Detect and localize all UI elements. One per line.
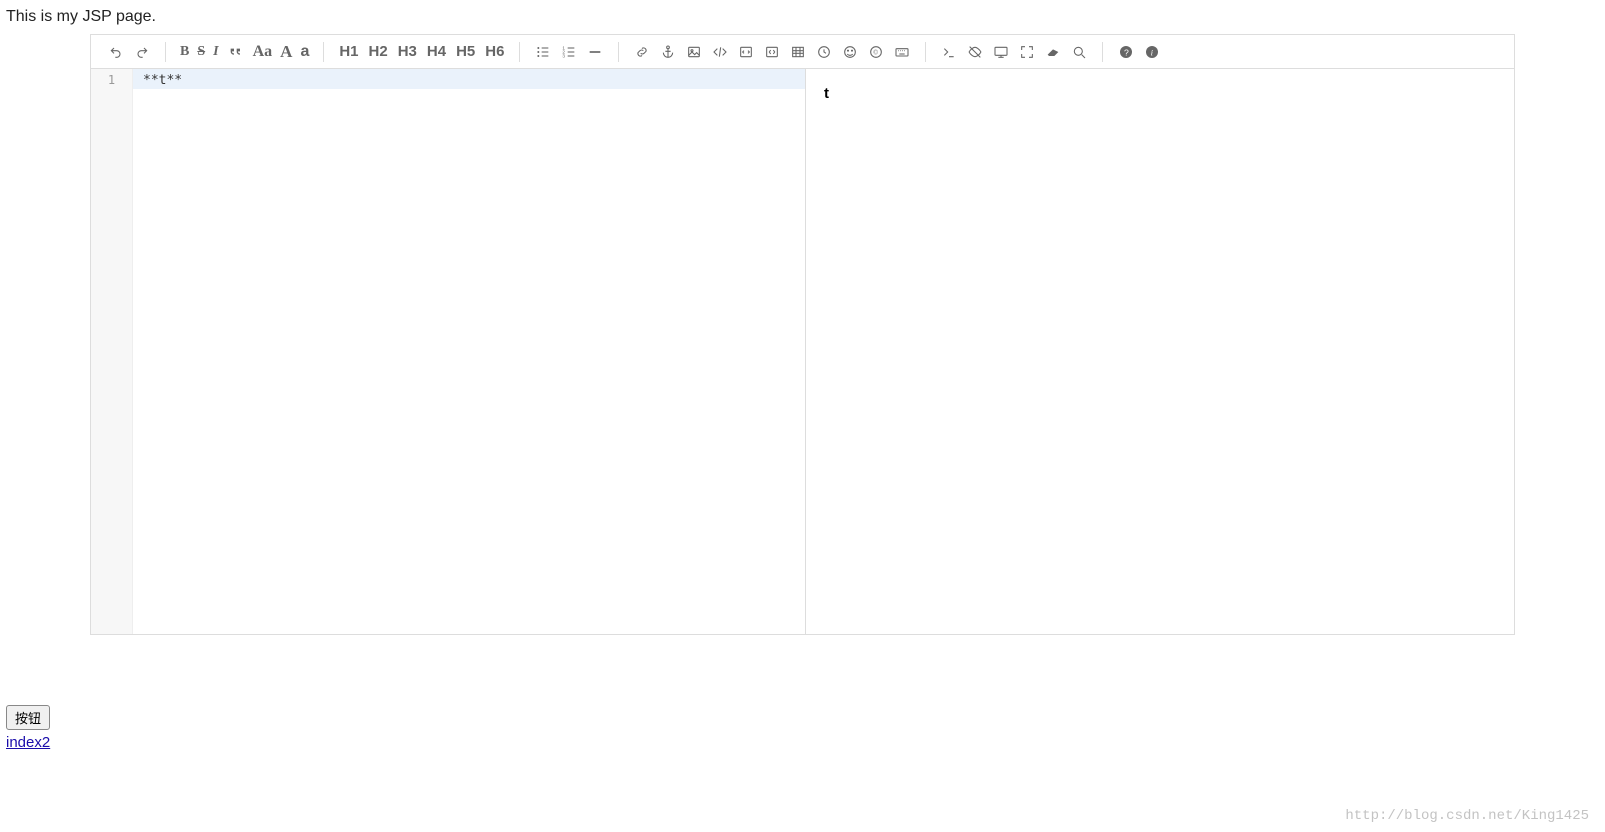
h1-button[interactable]: H1 [334, 39, 363, 65]
emoji-icon[interactable] [837, 39, 863, 65]
toolbar-divider [323, 42, 324, 62]
link-icon[interactable] [629, 39, 655, 65]
keyboard-icon[interactable] [889, 39, 915, 65]
search-icon[interactable] [1066, 39, 1092, 65]
anchor-icon[interactable] [655, 39, 681, 65]
watch-icon[interactable] [962, 39, 988, 65]
text-case-button[interactable]: Aa [249, 39, 277, 65]
preview-pane: t [806, 69, 1514, 634]
undo-icon[interactable] [103, 39, 129, 65]
help-icon[interactable]: ? [1113, 39, 1139, 65]
toolbar-divider [1102, 42, 1103, 62]
italic-button[interactable]: I [209, 39, 222, 65]
quote-icon[interactable] [223, 39, 249, 65]
image-icon[interactable] [681, 39, 707, 65]
toolbar-divider [925, 42, 926, 62]
datetime-icon[interactable] [811, 39, 837, 65]
h5-button[interactable]: H5 [451, 39, 480, 65]
horizontal-rule-icon[interactable] [582, 39, 608, 65]
svg-text:©: © [874, 49, 879, 56]
font-serif-button[interactable]: A [276, 39, 296, 65]
preformatted-icon[interactable] [759, 39, 785, 65]
h2-button[interactable]: H2 [364, 39, 393, 65]
preview-icon[interactable] [988, 39, 1014, 65]
line-number: 1 [91, 73, 132, 87]
h6-button[interactable]: H6 [480, 39, 509, 65]
fullscreen-icon[interactable] [1014, 39, 1040, 65]
clear-icon[interactable] [1040, 39, 1066, 65]
info-icon[interactable]: i [1139, 39, 1165, 65]
source-line[interactable]: **t** [133, 69, 805, 89]
h4-button[interactable]: H4 [422, 39, 451, 65]
redo-icon[interactable] [129, 39, 155, 65]
markdown-editor: B S I Aa A a H1 H2 H3 H4 H5 H6 123 [90, 34, 1515, 635]
page-title: This is my JSP page. [0, 0, 1605, 34]
code-icon[interactable] [707, 39, 733, 65]
special-char-icon[interactable]: © [863, 39, 889, 65]
svg-text:?: ? [1124, 47, 1129, 57]
code-block-icon[interactable] [733, 39, 759, 65]
submit-button[interactable]: 按钮 [6, 705, 50, 730]
index2-link[interactable]: index2 [6, 734, 50, 751]
preview-bold-text: t [824, 85, 829, 102]
strikethrough-button[interactable]: S [193, 39, 209, 65]
svg-text:3: 3 [563, 53, 566, 58]
font-sans-button[interactable]: a [296, 39, 313, 65]
table-icon[interactable] [785, 39, 811, 65]
toolbar-divider [165, 42, 166, 62]
goto-line-icon[interactable] [936, 39, 962, 65]
editor-body: 1 **t** t [91, 69, 1514, 634]
ordered-list-icon[interactable]: 123 [556, 39, 582, 65]
toolbar-divider [519, 42, 520, 62]
editor-toolbar: B S I Aa A a H1 H2 H3 H4 H5 H6 123 [91, 35, 1514, 69]
bold-button[interactable]: B [176, 39, 193, 65]
source-pane[interactable]: **t** [133, 69, 806, 634]
h3-button[interactable]: H3 [393, 39, 422, 65]
line-gutter: 1 [91, 69, 133, 634]
toolbar-divider [618, 42, 619, 62]
watermark-text: http://blog.csdn.net/King1425 [1345, 808, 1589, 824]
unordered-list-icon[interactable] [530, 39, 556, 65]
